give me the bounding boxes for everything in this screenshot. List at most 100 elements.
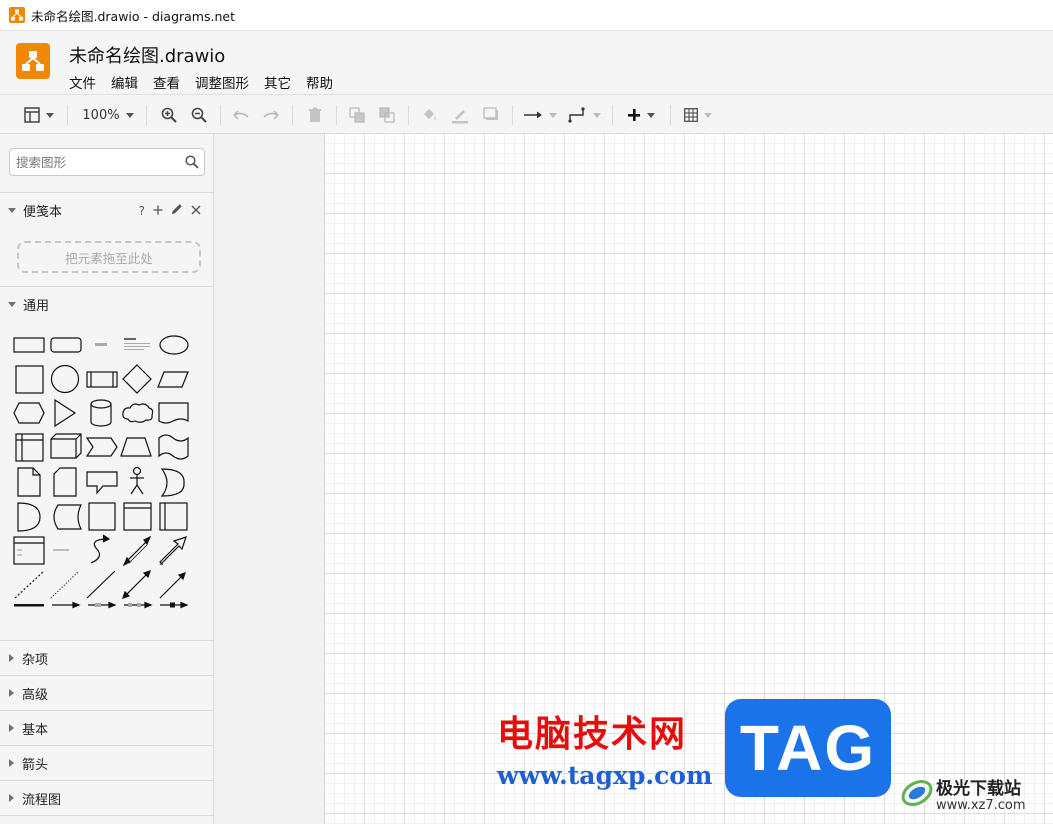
triangle-shape[interactable]	[54, 398, 77, 428]
text-shape[interactable]	[95, 343, 107, 346]
line-color-icon	[451, 106, 469, 124]
connection-style-button[interactable]	[522, 104, 558, 126]
window-title: 未命名绘图.drawio - diagrams.net	[31, 8, 235, 24]
fill-color-button[interactable]	[419, 104, 441, 126]
cube-shape[interactable]	[50, 433, 82, 459]
square-shape[interactable]	[15, 365, 44, 394]
zoom-out-button[interactable]	[188, 104, 210, 126]
curve-shape[interactable]	[90, 534, 111, 564]
internal-storage-shape[interactable]	[15, 433, 44, 462]
rectangle-shape[interactable]	[13, 337, 45, 353]
diamond-shape[interactable]	[122, 364, 152, 394]
rounded-rectangle-shape[interactable]	[50, 337, 82, 353]
watermark-site-cn: 极光下载站	[936, 779, 1021, 799]
waypoints-button[interactable]	[566, 104, 602, 126]
menu-edit[interactable]: 编辑	[111, 72, 138, 92]
menu-view[interactable]: 查看	[153, 72, 180, 92]
document-title[interactable]: 未命名绘图.drawio	[69, 42, 225, 68]
search-input[interactable]	[10, 149, 180, 175]
menu-bar: 文件 编辑 查看 调整图形 其它 帮助	[69, 72, 348, 92]
shadow-button[interactable]	[480, 104, 502, 126]
edge-shape[interactable]	[52, 601, 81, 609]
cylinder-shape[interactable]	[90, 399, 112, 427]
scratchpad-header[interactable]: 便笺本 ?	[0, 192, 213, 227]
menu-arrange[interactable]: 调整图形	[195, 72, 249, 92]
pencil-icon[interactable]	[171, 203, 183, 218]
card-shape[interactable]	[53, 467, 77, 497]
cloud-shape[interactable]	[122, 403, 154, 423]
redo-button[interactable]	[260, 104, 282, 126]
tape-shape[interactable]	[158, 434, 189, 460]
section-next	[0, 815, 213, 824]
section-flowchart[interactable]: 流程图	[0, 780, 213, 815]
frame-shape[interactable]	[123, 502, 152, 531]
circle-shape[interactable]	[50, 364, 80, 394]
container-shape[interactable]	[88, 502, 116, 531]
dashed-line-shape[interactable]	[14, 570, 45, 599]
plus-icon[interactable]	[153, 204, 163, 218]
bidirectional-connector-shape[interactable]	[122, 570, 151, 599]
zoom-in-button[interactable]	[158, 104, 180, 126]
general-shapes-palette	[0, 322, 213, 642]
section-arrows[interactable]: 箭头	[0, 745, 213, 780]
section-advanced[interactable]: 高级	[0, 675, 213, 710]
data-storage-shape[interactable]	[53, 504, 82, 530]
scratchpad-help-button[interactable]: ?	[139, 204, 145, 218]
zoom-in-icon	[161, 107, 177, 123]
to-front-button[interactable]	[346, 104, 368, 126]
insert-button[interactable]	[622, 104, 660, 126]
menu-extras[interactable]: 其它	[264, 72, 291, 92]
delete-icon	[308, 107, 322, 123]
delete-button[interactable]	[304, 104, 326, 126]
section-basic[interactable]: 基本	[0, 710, 213, 745]
directional-connector-shape[interactable]	[159, 572, 186, 599]
process-shape[interactable]	[86, 371, 118, 388]
line-color-button[interactable]	[449, 104, 471, 126]
data-storage-shape-half[interactable]	[17, 502, 41, 532]
document-shape[interactable]	[158, 402, 189, 424]
close-icon[interactable]	[191, 204, 201, 218]
to-back-button[interactable]	[376, 104, 398, 126]
dotted-line-shape[interactable]	[50, 570, 80, 599]
trapezoid-shape[interactable]	[120, 437, 152, 457]
edge-two-labels-shape[interactable]	[124, 601, 153, 609]
arrow-shape[interactable]	[159, 536, 187, 565]
swimlane-shape[interactable]	[159, 502, 188, 531]
table-icon	[684, 108, 698, 122]
search-icon[interactable]	[185, 155, 199, 173]
callout-shape[interactable]	[86, 471, 118, 495]
ellipse-shape[interactable]	[159, 335, 189, 355]
scratchpad-dropzone[interactable]: 把元素拖至此处	[17, 241, 201, 273]
hexagon-shape[interactable]	[13, 402, 45, 424]
format-panel-button[interactable]	[22, 104, 56, 126]
line-shape[interactable]	[86, 570, 116, 599]
chevron-right-icon	[9, 689, 14, 697]
general-section-header[interactable]: 通用	[0, 286, 213, 321]
chevron-right-icon	[9, 654, 14, 662]
or-shape[interactable]	[160, 468, 185, 497]
parallelogram-shape[interactable]	[157, 371, 189, 388]
drawio-logo-icon	[16, 43, 50, 79]
app-icon	[9, 7, 25, 23]
menu-file[interactable]: 文件	[69, 72, 96, 92]
table-button[interactable]	[680, 104, 716, 126]
edge-label-shape[interactable]	[88, 601, 117, 609]
section-misc[interactable]: 杂项	[0, 640, 213, 675]
chevron-right-icon	[9, 724, 14, 732]
list-shape[interactable]	[13, 536, 45, 565]
list-item-shape[interactable]	[53, 549, 69, 551]
step-shape[interactable]	[85, 437, 118, 457]
toolbar: 100%	[0, 94, 1053, 134]
actor-shape[interactable]	[130, 466, 144, 495]
drawing-page[interactable]	[324, 134, 1053, 824]
undo-button[interactable]	[230, 104, 252, 126]
textbox-shape[interactable]	[124, 338, 150, 350]
menu-help[interactable]: 帮助	[306, 72, 333, 92]
bidirectional-arrow-shape[interactable]	[122, 535, 152, 567]
section-advanced-title: 高级	[22, 687, 49, 703]
edge-with-handle-shape[interactable]	[160, 601, 189, 609]
link-shape[interactable]	[14, 604, 44, 607]
zoom-dropdown[interactable]: 100%	[80, 104, 136, 126]
fill-color-icon	[421, 107, 439, 123]
note-shape[interactable]	[17, 467, 41, 497]
